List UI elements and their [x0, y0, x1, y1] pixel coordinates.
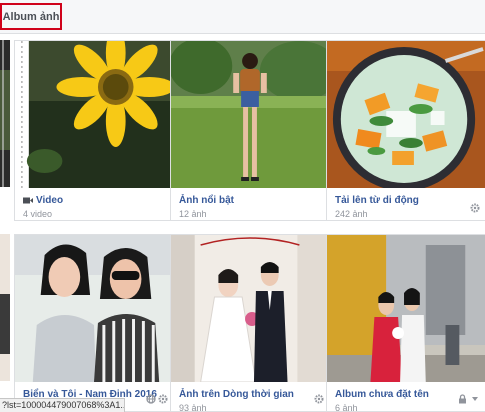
album-meta: Ảnh trên Dòng thời gian 93 ảnh [171, 382, 330, 412]
album-title[interactable]: Ảnh trên Dòng thời gian [179, 388, 322, 401]
album-cover-timeline-photos [171, 235, 330, 382]
album-cover-mobile-uploads [327, 41, 485, 188]
album-cover-bien-va-toi [15, 235, 174, 382]
settings-gear-icon[interactable] [470, 203, 480, 213]
album-card-mobile-uploads[interactable]: Tải lên từ di động 242 ảnh [326, 40, 485, 221]
album-count: 242 ảnh [335, 209, 368, 219]
album-meta: Tải lên từ di động 242 ảnh [327, 188, 485, 220]
browser-status-url: ?lst=100004479007068%3A1... [0, 398, 125, 412]
album-card-video[interactable]: Video 4 video [14, 40, 175, 221]
album-card-untitled[interactable]: Album chưa đặt tên 6 ảnh [326, 234, 485, 412]
partial-photo-left-bottom [0, 234, 10, 381]
album-meta: Video 4 video [15, 188, 174, 220]
tab-albums[interactable]: Album ảnh [0, 3, 62, 30]
settings-gear-icon[interactable] [314, 394, 324, 404]
album-count: 12 ảnh [179, 209, 207, 219]
album-meta: Ảnh nổi bật 12 ảnh [171, 188, 330, 220]
album-card-timeline-photos[interactable]: Ảnh trên Dòng thời gian 93 ảnh [170, 234, 331, 412]
album-title[interactable]: Video [23, 194, 166, 207]
privacy-globe-icon[interactable] [146, 394, 168, 404]
album-card-featured[interactable]: Ảnh nổi bật 12 ảnh [170, 40, 331, 221]
album-cover-untitled [327, 235, 485, 382]
album-title-text: Video [36, 195, 64, 206]
album-title[interactable]: Album chưa đặt tên [335, 388, 478, 401]
album-count: 4 video [23, 209, 53, 219]
privacy-lock-icon[interactable] [458, 394, 480, 404]
album-count: 6 ảnh [335, 403, 358, 412]
albums-header: Album ảnh [0, 0, 485, 34]
album-title[interactable]: Tải lên từ di động [335, 194, 478, 207]
album-count: 93 ảnh [179, 403, 207, 412]
album-grid: Video 4 video Ảnh nổi bật 12 ảnh Tải lên… [0, 34, 485, 412]
album-cover-featured [171, 41, 330, 188]
album-title[interactable]: Ảnh nổi bật [179, 194, 322, 207]
album-cover-video [15, 41, 174, 188]
album-card-bien-va-toi[interactable]: Biển và Tôi - Nam Định 2016 2 ảnh [14, 234, 175, 412]
partial-photo-left-top [0, 40, 10, 187]
video-camera-icon [23, 197, 33, 204]
